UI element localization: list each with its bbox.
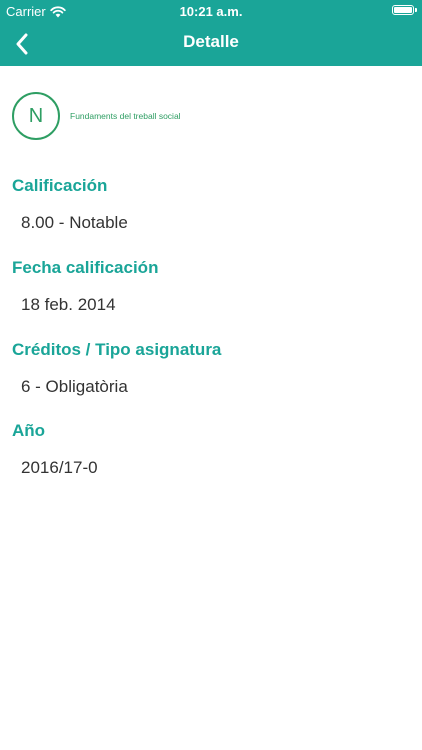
detail-section-credits-type: Créditos / Tipo asignatura 6 - Obligatòr… bbox=[0, 340, 221, 397]
detail-section-year: Año 2016/17-0 bbox=[0, 421, 98, 478]
detail-label: Créditos / Tipo asignatura bbox=[12, 340, 222, 359]
battery-fill bbox=[394, 7, 412, 13]
battery-icon bbox=[392, 5, 414, 15]
subject-avatar: N bbox=[12, 92, 60, 140]
subject-header: N Fundaments del treball social bbox=[0, 66, 422, 141]
status-time: 10:21 a.m. bbox=[179, 4, 243, 19]
status-bar: Carrier 10:21 a.m. bbox=[0, 0, 422, 22]
subject-name: Fundaments del treball social bbox=[70, 111, 181, 121]
detail-value: 18 feb. 2014 bbox=[21, 295, 116, 314]
detail-label: Fecha calificación bbox=[12, 258, 159, 277]
detail-value: 8.00 - Notable bbox=[21, 213, 128, 232]
page-title: Detalle bbox=[183, 32, 239, 51]
top-bar: Carrier 10:21 a.m. Detalle bbox=[0, 0, 422, 66]
screen: Carrier 10:21 a.m. Detalle N Fundaments … bbox=[0, 0, 422, 750]
detail-value: 6 - Obligatòria bbox=[21, 377, 128, 396]
subject-initial: N bbox=[28, 104, 44, 127]
detail-label: Calificación bbox=[12, 176, 108, 195]
detail-section-grade-date: Fecha calificación 18 feb. 2014 bbox=[0, 258, 158, 315]
detail-value: 2016/17-0 bbox=[21, 458, 98, 477]
battery-tip bbox=[415, 8, 417, 12]
detail-label: Año bbox=[12, 421, 46, 440]
detail-section-grade: Calificación 8.00 - Notable bbox=[0, 176, 128, 233]
nav-bar: Detalle bbox=[0, 22, 422, 66]
